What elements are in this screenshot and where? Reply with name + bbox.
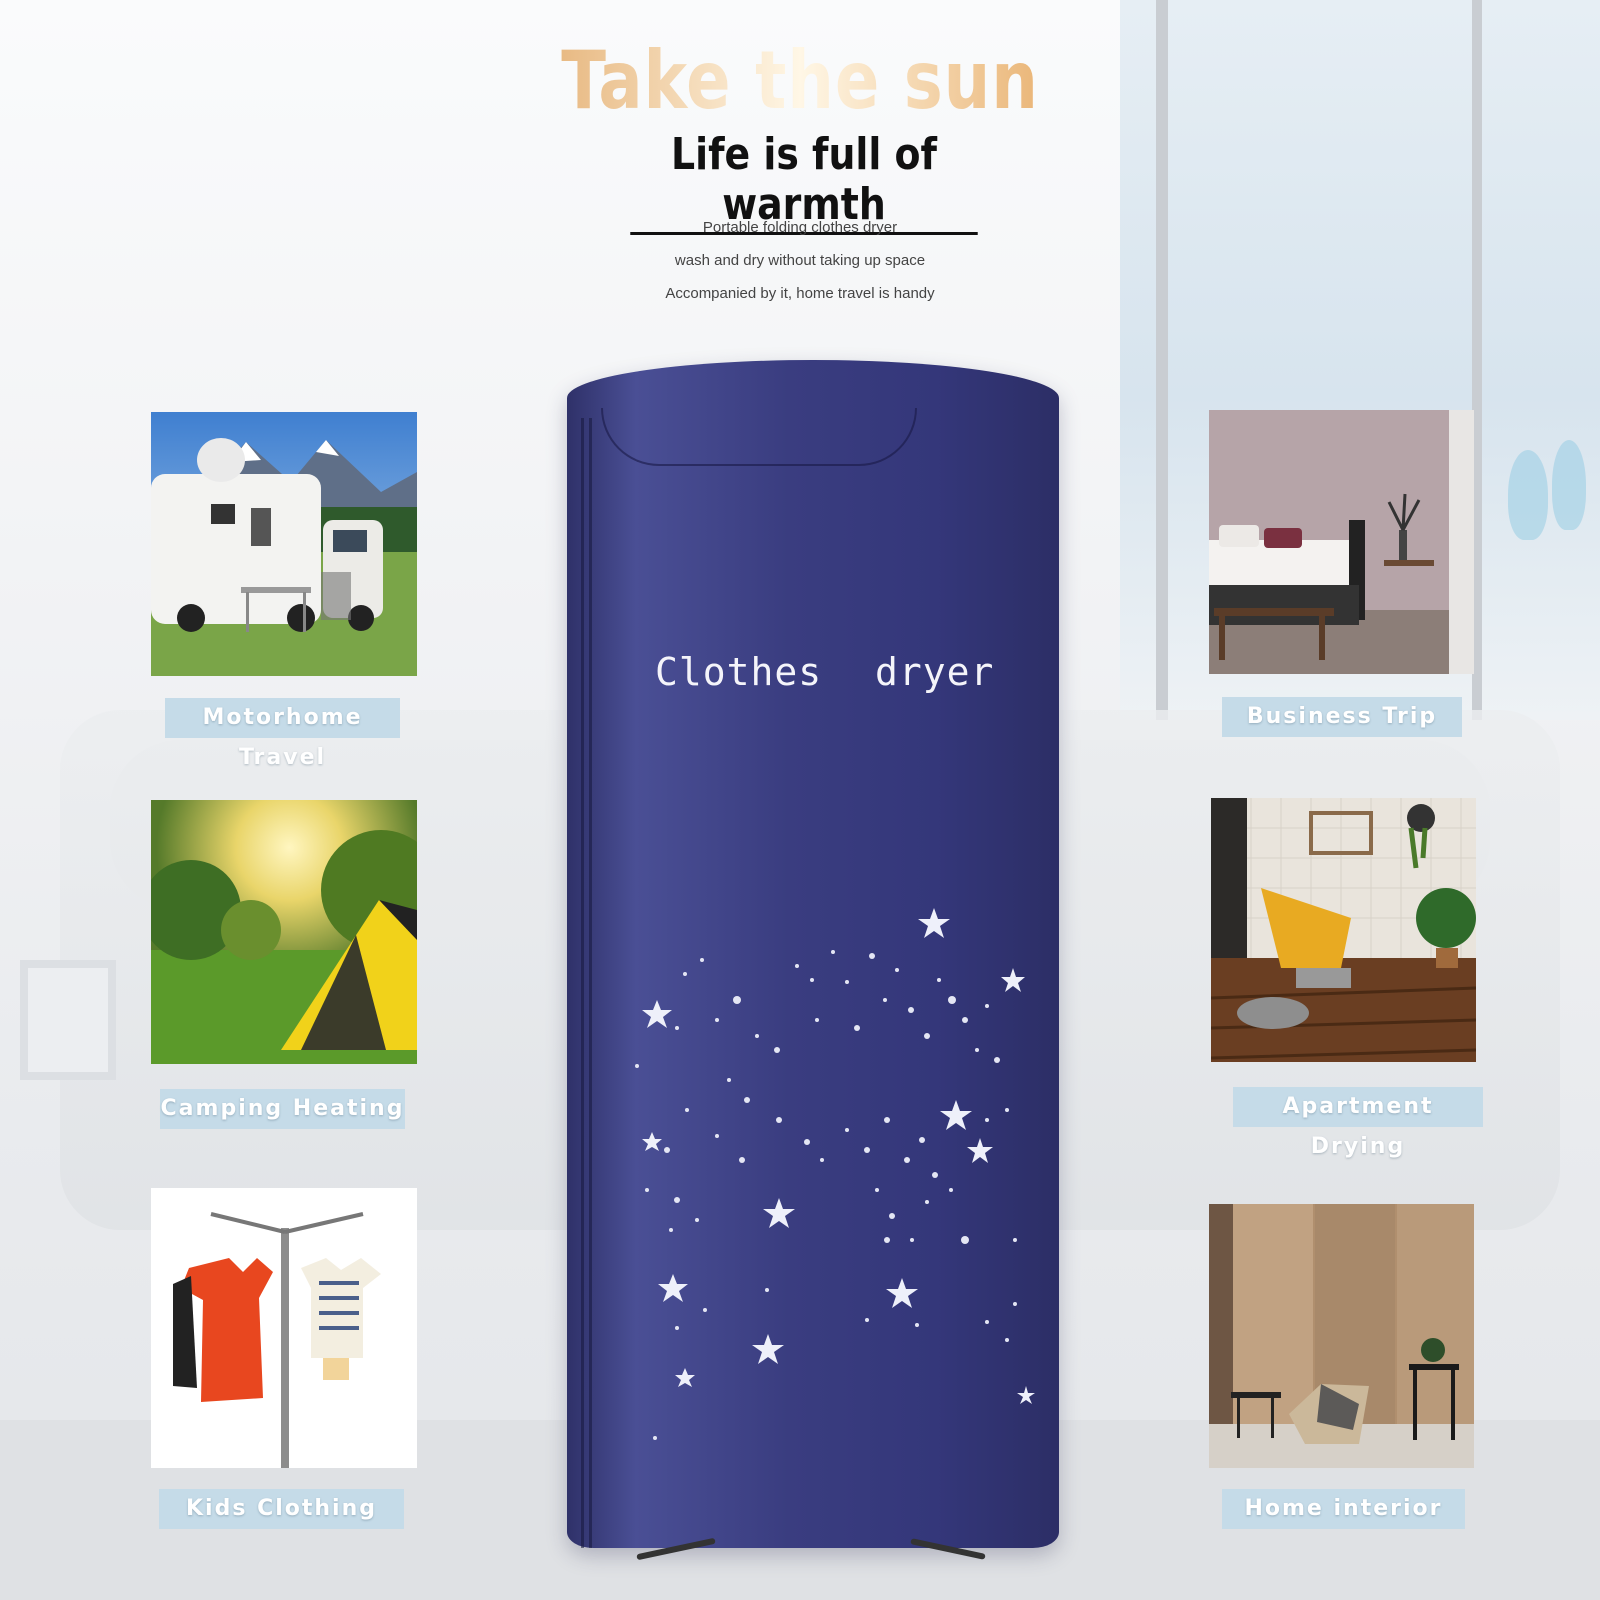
tagline-line-1: Portable folding clothes dryer [702,219,898,236]
camping-heating-label: Camping Heating [160,1089,405,1129]
background-vase [1552,440,1586,530]
business-trip-image [1209,410,1474,674]
star-pattern-decoration [635,908,1035,1440]
clothes-dryer-product: Clothes dryer [567,360,1059,1548]
home-interior-image [1209,1204,1474,1468]
product-banner: Take the sun Life is full of warmth Port… [0,0,1600,1600]
motorhome-travel-image [151,412,417,676]
kids-clothing-image [151,1188,417,1468]
motorhome-travel-label: Motorhome Travel [165,698,400,770]
kids-clothing-label: Kids Clothing [159,1489,404,1529]
apartment-drying-image [1211,798,1476,1062]
background-photo-frame [20,960,116,1080]
tagline-line-3: Accompanied by it, home travel is handy [665,285,935,302]
home-interior-label: Home interior [1222,1489,1465,1529]
camping-heating-image [151,800,417,1064]
apartment-drying-label: Apartment Drying [1233,1087,1483,1159]
background-vase [1508,450,1548,540]
business-trip-label: Business Trip [1222,697,1462,737]
tagline-line-2: wash and dry without taking up space [674,252,926,269]
headline: Take the sun [144,34,1456,127]
